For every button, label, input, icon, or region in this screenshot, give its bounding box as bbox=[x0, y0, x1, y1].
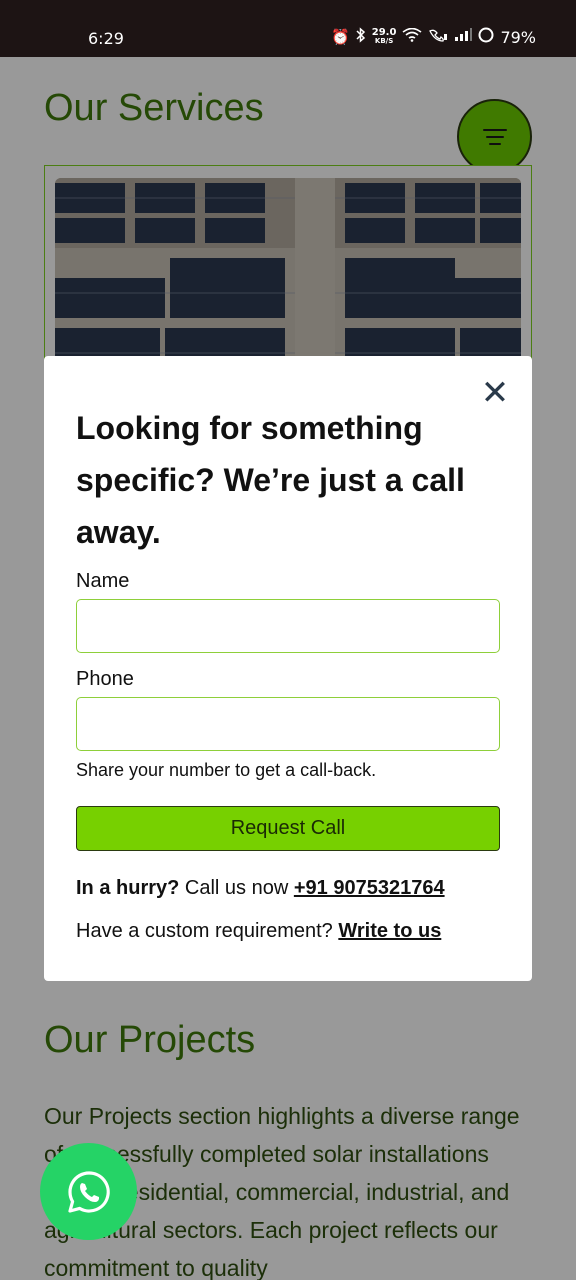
modal-title: Looking for something specific? We’re ju… bbox=[76, 410, 465, 550]
callback-modal: ✕ Looking for something specific? We’re … bbox=[44, 356, 532, 981]
name-label: Name bbox=[76, 570, 130, 592]
hurry-bold: In a hurry? bbox=[76, 877, 180, 899]
alarm-icon: ⏰ bbox=[331, 28, 350, 46]
custom-line: Have a custom requirement? Write to us bbox=[76, 920, 441, 943]
hurry-line: In a hurry? Call us now +91 9075321764 bbox=[76, 877, 445, 900]
speed-unit: KB/S bbox=[374, 37, 394, 45]
bluetooth-icon bbox=[356, 27, 366, 47]
status-icons: ⏰ 29.0 KB/S 79% bbox=[331, 27, 536, 47]
status-time: 6:29 bbox=[88, 29, 124, 48]
phone-label: Phone bbox=[76, 668, 134, 690]
phone-link[interactable]: +91 9075321764 bbox=[294, 877, 445, 899]
battery-level: 79% bbox=[500, 27, 536, 47]
whatsapp-icon bbox=[67, 1170, 110, 1213]
signal-icon bbox=[454, 28, 473, 46]
custom-text: Have a custom requirement? bbox=[76, 920, 339, 942]
wifi-icon bbox=[402, 27, 422, 46]
write-to-us-link[interactable]: Write to us bbox=[338, 920, 441, 942]
name-field[interactable] bbox=[76, 599, 500, 653]
hurry-text: Call us now bbox=[179, 877, 294, 899]
wifi-call-icon bbox=[428, 28, 448, 46]
phone-hint: Share your number to get a call-back. bbox=[76, 760, 377, 780]
whatsapp-button[interactable] bbox=[40, 1143, 137, 1240]
speed-value: 29.0 bbox=[371, 27, 397, 38]
phone-field[interactable] bbox=[76, 697, 500, 751]
battery-icon bbox=[478, 27, 494, 47]
status-bar: 6:29 ⏰ 29.0 KB/S 79% bbox=[0, 0, 576, 57]
request-call-button[interactable]: Request Call bbox=[76, 806, 500, 851]
network-speed: 29.0 KB/S bbox=[372, 28, 397, 46]
